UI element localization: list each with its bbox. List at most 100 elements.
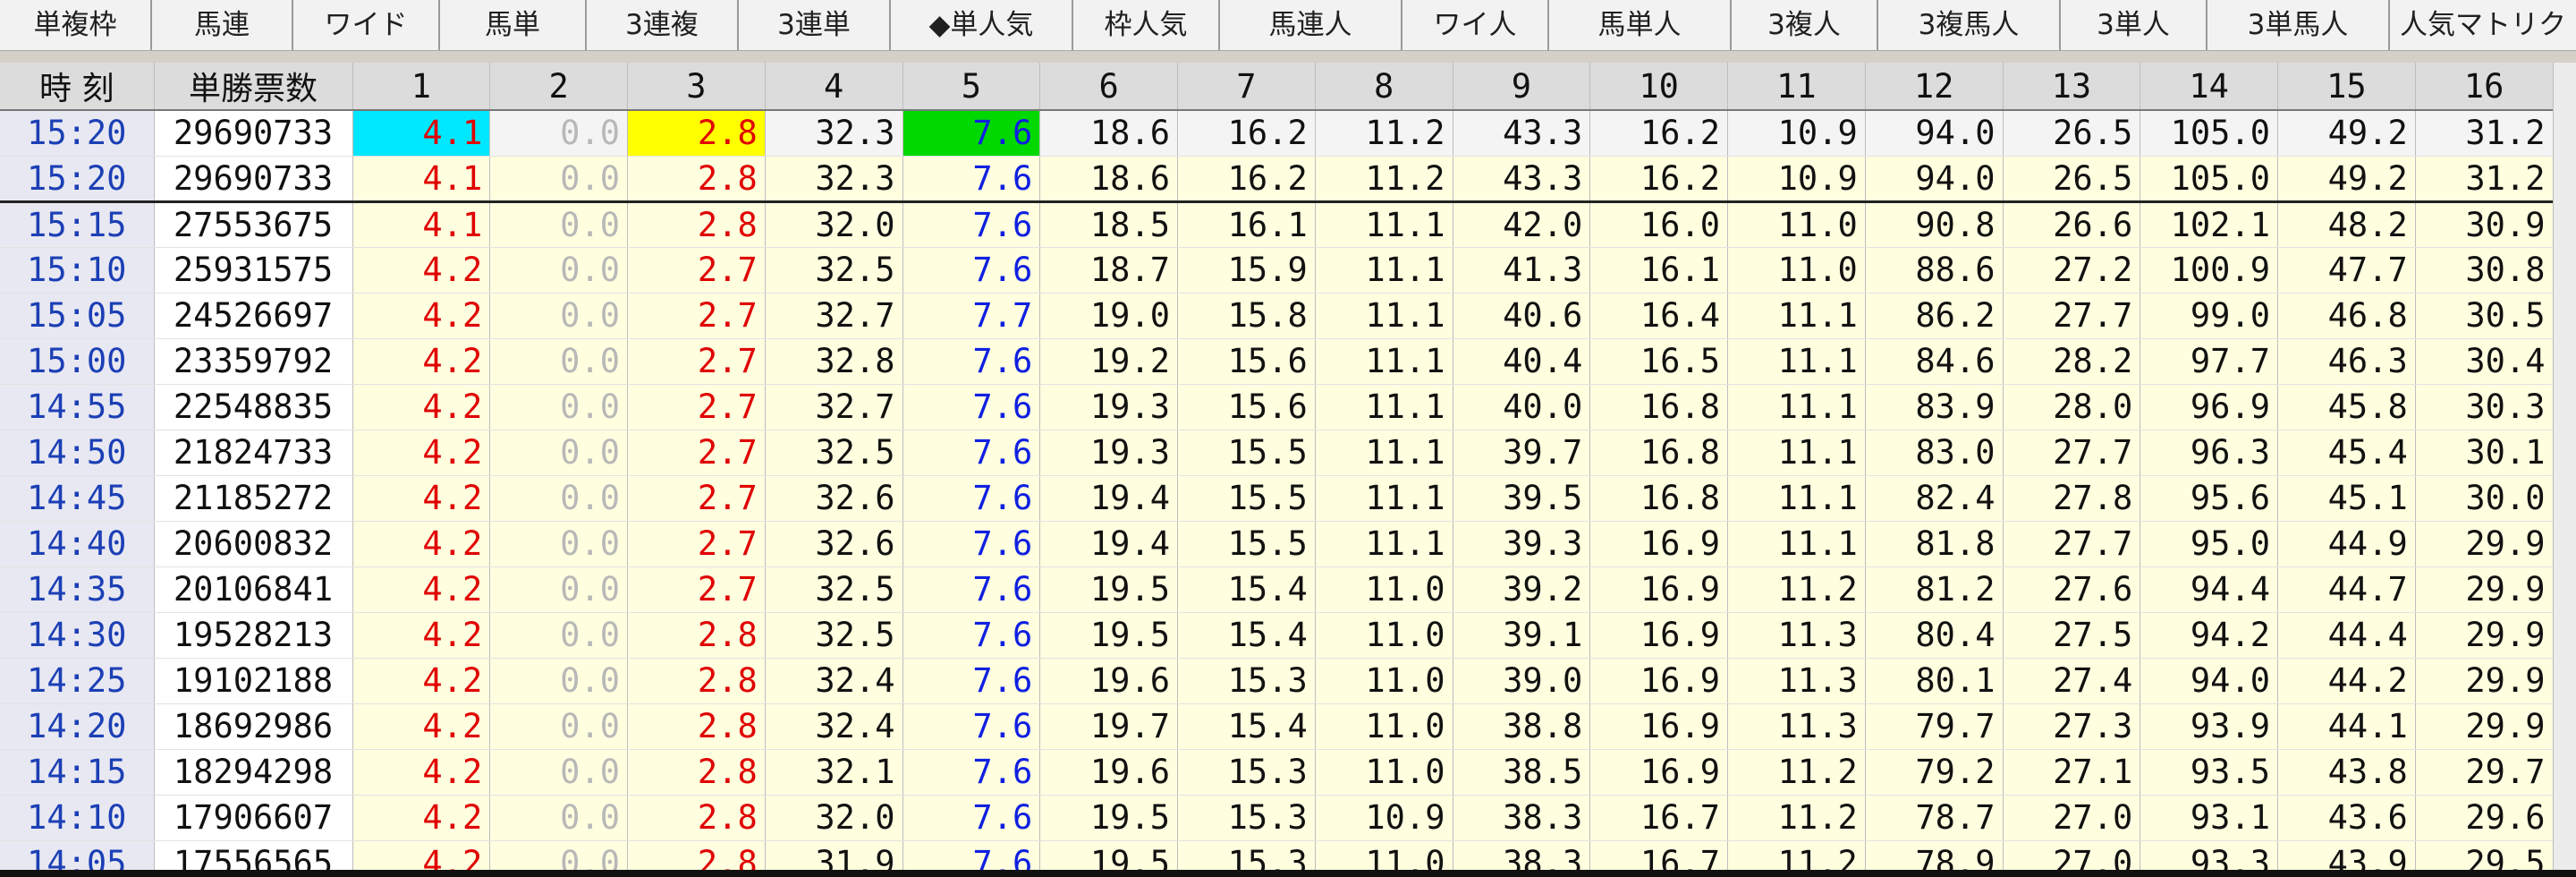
tab-0[interactable]: 単複枠 (0, 0, 152, 50)
time-cell: 14:50 (0, 430, 155, 476)
header-horse-7[interactable]: 7 (1177, 63, 1316, 111)
odds-cell-horse-10: 16.8 (1589, 430, 1728, 476)
odds-cell-horse-2: 0.0 (489, 749, 628, 796)
table-row[interactable]: 14:35 20106841 4.2 0.0 2.7 32.5 7.6 19.5 15.4 11.… (0, 566, 2553, 613)
odds-cell-horse-14: 96.3 (2140, 430, 2278, 476)
odds-cell-horse-9: 38.8 (1453, 703, 1591, 750)
header-horse-4[interactable]: 4 (765, 63, 903, 111)
odds-cell-horse-9: 43.3 (1453, 156, 1591, 203)
odds-cell-horse-2: 0.0 (489, 658, 628, 704)
odds-cell-horse-11: 11.1 (1727, 338, 1866, 385)
odds-cell-horse-4: 32.5 (765, 247, 903, 294)
header-horse-16[interactable]: 16 (2415, 63, 2553, 111)
table-row[interactable]: 14:20 18692986 4.2 0.0 2.8 32.4 7.6 19.7 15.4 11.… (0, 703, 2553, 750)
table-row[interactable]: 15:05 24526697 4.2 0.0 2.7 32.7 7.7 19.0 15.8 11.… (0, 293, 2553, 339)
tab-4[interactable]: 3連複 (587, 0, 739, 50)
header-horse-12[interactable]: 12 (1865, 63, 2004, 111)
odds-cell-horse-12: 94.0 (1865, 156, 2004, 203)
odds-cell-horse-14: 93.9 (2140, 703, 2278, 750)
tab-6[interactable]: ◆単人気 (891, 0, 1073, 50)
tab-14[interactable]: 3単馬人 (2207, 0, 2390, 50)
odds-cell-horse-9: 39.7 (1453, 430, 1591, 476)
odds-cell-horse-4: 32.3 (765, 110, 903, 157)
table-row[interactable]: 14:10 17906607 4.2 0.0 2.8 32.0 7.6 19.5 15.3 10.… (0, 795, 2553, 841)
header-horse-3[interactable]: 3 (627, 63, 766, 111)
tab-8[interactable]: 馬連人 (1220, 0, 1402, 50)
header-horse-1[interactable]: 1 (352, 63, 491, 111)
odds-cell-horse-3: 2.8 (627, 612, 766, 659)
header-horse-11[interactable]: 11 (1727, 63, 1866, 111)
bet-type-tab-bar: 単複枠 馬連 ワイド 馬単 3連複 3連単 ◆単人気 枠人気 馬連人 ワイ人 馬単人 3複人 3複馬人 3… (0, 0, 2576, 51)
header-win-votes[interactable]: 単勝票数 (154, 63, 353, 111)
header-horse-8[interactable]: 8 (1315, 63, 1453, 111)
tab-13[interactable]: 3単人 (2061, 0, 2207, 50)
header-time[interactable]: 時 刻 (0, 63, 155, 111)
tab-2[interactable]: ワイド (293, 0, 440, 50)
odds-cell-horse-15: 45.8 (2277, 384, 2416, 430)
header-horse-13[interactable]: 13 (2003, 63, 2141, 111)
odds-cell-horse-4: 32.6 (765, 475, 903, 522)
table-row[interactable]: 15:10 25931575 4.2 0.0 2.7 32.5 7.6 18.7 15.9 11.… (0, 247, 2553, 294)
win-votes-cell: 21824733 (154, 430, 353, 476)
header-row: 時 刻 単勝票数 1 2 3 4 5 6 7 8 9 10 11 12 13 14 15 16 (0, 63, 2553, 111)
odds-cell-horse-4: 32.3 (765, 156, 903, 203)
tab-10[interactable]: 馬単人 (1549, 0, 1732, 50)
table-row[interactable]: 15:20 29690733 4.1 0.0 2.8 32.3 7.6 18.6 16.2 11.… (0, 156, 2553, 203)
odds-cell-horse-1: 4.2 (352, 703, 491, 750)
table-row[interactable]: 14:05 17556565 4.2 0.0 2.8 31.9 7.6 19.5 15.3 11.… (0, 840, 2553, 870)
odds-cell-horse-13: 27.3 (2003, 703, 2141, 750)
table-row[interactable]: 14:50 21824733 4.2 0.0 2.7 32.5 7.6 19.3 15.5 11.… (0, 430, 2553, 476)
odds-cell-horse-13: 26.6 (2003, 201, 2141, 248)
table-row[interactable]: 15:15 27553675 4.1 0.0 2.8 32.0 7.6 18.5 16.1 11.… (0, 201, 2553, 248)
tab-12[interactable]: 3複馬人 (1878, 0, 2061, 50)
header-horse-15[interactable]: 15 (2277, 63, 2416, 111)
time-cell: 15:05 (0, 293, 155, 339)
header-horse-6[interactable]: 6 (1039, 63, 1178, 111)
header-horse-2[interactable]: 2 (489, 63, 628, 111)
table-row[interactable]: 14:25 19102188 4.2 0.0 2.8 32.4 7.6 19.6 15.3 11.… (0, 658, 2553, 704)
header-horse-10[interactable]: 10 (1589, 63, 1728, 111)
odds-cell-horse-3: 2.8 (627, 840, 766, 870)
odds-cell-horse-5: 7.7 (902, 293, 1041, 339)
header-horse-5[interactable]: 5 (902, 63, 1041, 111)
tab-5[interactable]: 3連単 (739, 0, 891, 50)
tab-7[interactable]: 枠人気 (1073, 0, 1220, 50)
win-votes-cell: 24526697 (154, 293, 353, 339)
table-row[interactable]: 14:30 19528213 4.2 0.0 2.8 32.5 7.6 19.5 15.4 11.… (0, 612, 2553, 659)
table-row[interactable]: 14:15 18294298 4.2 0.0 2.8 32.1 7.6 19.6 15.3 11.… (0, 749, 2553, 796)
odds-cell-horse-5: 7.6 (902, 840, 1041, 870)
tab-1[interactable]: 馬連 (152, 0, 293, 50)
odds-cell-horse-5: 7.6 (902, 430, 1041, 476)
odds-cell-horse-9: 39.1 (1453, 612, 1591, 659)
odds-cell-horse-3: 2.7 (627, 475, 766, 522)
odds-cell-horse-6: 19.4 (1039, 475, 1178, 522)
odds-cell-horse-6: 18.7 (1039, 247, 1178, 294)
odds-cell-horse-13: 27.7 (2003, 293, 2141, 339)
table-row[interactable]: 14:40 20600832 4.2 0.0 2.7 32.6 7.6 19.4 15.5 11.… (0, 521, 2553, 567)
odds-cell-horse-13: 26.5 (2003, 156, 2141, 203)
odds-grid[interactable]: 時 刻 単勝票数 1 2 3 4 5 6 7 8 9 10 11 12 13 14 15 16 15:20 29… (0, 63, 2553, 870)
table-row[interactable]: 15:20 29690733 4.1 0.0 2.8 32.3 7.6 18.6 16.2 11.… (0, 110, 2553, 157)
odds-cell-horse-10: 16.4 (1589, 293, 1728, 339)
time-cell: 14:40 (0, 521, 155, 567)
header-horse-14[interactable]: 14 (2140, 63, 2278, 111)
odds-cell-horse-9: 41.3 (1453, 247, 1591, 294)
odds-cell-horse-12: 82.4 (1865, 475, 2004, 522)
vertical-scrollbar[interactable] (2553, 63, 2576, 877)
tab-9[interactable]: ワイ人 (1402, 0, 1549, 50)
odds-cell-horse-12: 94.0 (1865, 110, 2004, 157)
tab-11[interactable]: 3複人 (1732, 0, 1878, 50)
table-row[interactable]: 14:45 21185272 4.2 0.0 2.7 32.6 7.6 19.4 15.5 11.… (0, 475, 2553, 522)
odds-cell-horse-12: 80.1 (1865, 658, 2004, 704)
tab-15[interactable]: 人気マトリク (2390, 0, 2576, 50)
table-row[interactable]: 14:55 22548835 4.2 0.0 2.7 32.7 7.6 19.3 15.6 11.… (0, 384, 2553, 430)
table-row[interactable]: 15:00 23359792 4.2 0.0 2.7 32.8 7.6 19.2 15.6 11.… (0, 338, 2553, 385)
odds-cell-horse-15: 44.2 (2277, 658, 2416, 704)
header-horse-9[interactable]: 9 (1453, 63, 1591, 111)
odds-cell-horse-7: 15.4 (1177, 612, 1316, 659)
odds-cell-horse-8: 11.1 (1315, 475, 1453, 522)
odds-cell-horse-2: 0.0 (489, 247, 628, 294)
odds-cell-horse-16: 30.5 (2415, 293, 2553, 339)
tab-3[interactable]: 馬単 (440, 0, 587, 50)
odds-cell-horse-2: 0.0 (489, 201, 628, 248)
